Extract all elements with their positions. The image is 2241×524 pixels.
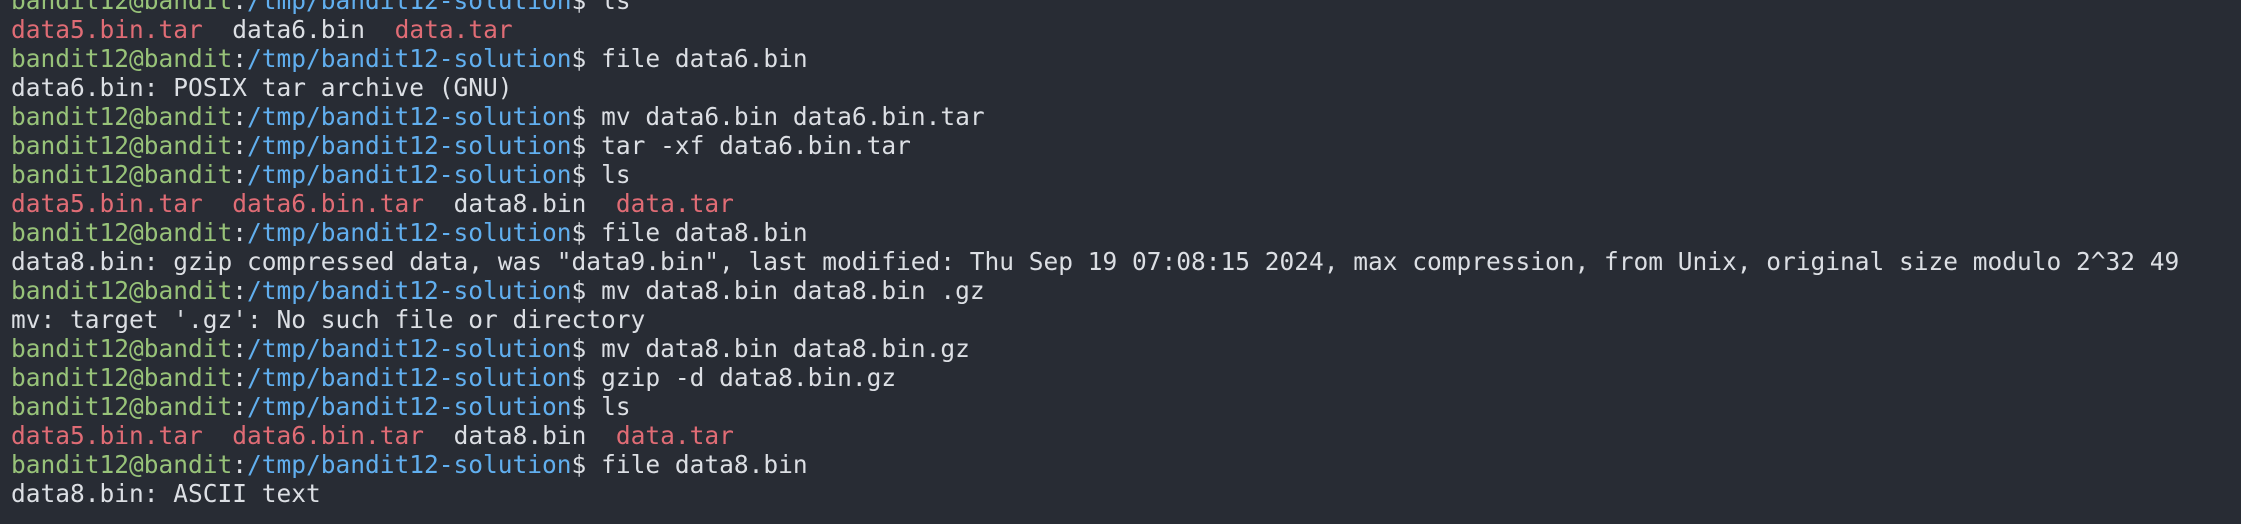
output-text: mv: target '.gz': No such file or direct… [11,305,646,334]
prompt-dollar: $ [571,450,602,479]
prompt-dollar: $ [571,0,602,15]
prompt-line: bandit12@bandit:/tmp/bandit12-solution$ … [11,102,2179,131]
prompt-line: bandit12@bandit:/tmp/bandit12-solution$ … [11,218,2179,247]
prompt-line: bandit12@bandit:/tmp/bandit12-solution$ … [11,131,2179,160]
command-text: mv data8.bin data8.bin .gz [601,276,985,305]
prompt-user-host: bandit12@bandit [11,334,233,363]
prompt-line: bandit12@bandit:/tmp/bandit12-solution$ … [11,392,2179,421]
command-output-line: mv: target '.gz': No such file or direct… [11,305,2179,334]
prompt-line: bandit12@bandit:/tmp/bandit12-solution$ … [11,160,2179,189]
command-text: ls [601,0,631,15]
archive-file-entry: data6.bin.tar [232,189,425,218]
ls-output-line: data5.bin.tar data6.bin data.tar [11,15,2179,44]
prompt-path: /tmp/bandit12-solution [247,218,572,247]
prompt-line: bandit12@bandit:/tmp/bandit12-solution$ … [11,363,2179,392]
prompt-dollar: $ [571,392,602,421]
prompt-separator: : [232,392,248,421]
prompt-line: bandit12@bandit:/tmp/bandit12-solution$ … [11,334,2179,363]
prompt-path: /tmp/bandit12-solution [247,392,572,421]
file-entry: data8.bin [453,421,587,450]
command-output-line: data6.bin: POSIX tar archive (GNU) [11,73,2179,102]
prompt-path: /tmp/bandit12-solution [247,450,572,479]
prompt-line: bandit12@bandit:/tmp/bandit12-solution$ … [11,0,2179,15]
prompt-path: /tmp/bandit12-solution [247,102,572,131]
prompt-user-host: bandit12@bandit [11,450,233,479]
prompt-path: /tmp/bandit12-solution [247,131,572,160]
ls-output-line: data5.bin.tar data6.bin.tar data8.bin da… [11,189,2179,218]
prompt-user-host: bandit12@bandit [11,102,233,131]
archive-file-entry: data.tar [615,189,734,218]
prompt-user-host: bandit12@bandit [11,44,233,73]
command-text: file data8.bin [601,218,808,247]
prompt-user-host: bandit12@bandit [11,131,233,160]
prompt-user-host: bandit12@bandit [11,218,233,247]
command-text: mv data8.bin data8.bin.gz [601,334,970,363]
command-text: gzip -d data8.bin.gz [601,363,897,392]
file-entry: data6.bin [232,15,366,44]
prompt-separator: : [232,218,248,247]
prompt-dollar: $ [571,102,602,131]
prompt-user-host: bandit12@bandit [11,276,233,305]
prompt-separator: : [232,131,248,160]
command-output-line: data8.bin: ASCII text [11,479,2179,508]
command-text: file data6.bin [601,44,808,73]
prompt-dollar: $ [571,44,602,73]
prompt-separator: : [232,334,248,363]
prompt-dollar: $ [571,218,602,247]
prompt-path: /tmp/bandit12-solution [247,276,572,305]
file-entry: data8.bin [453,189,587,218]
output-text: data8.bin: ASCII text [11,479,321,508]
command-output-line: data8.bin: gzip compressed data, was "da… [11,247,2179,276]
ls-output-line: data5.bin.tar data6.bin.tar data8.bin da… [11,421,2179,450]
prompt-user-host: bandit12@bandit [11,392,233,421]
output-text: data6.bin: POSIX tar archive (GNU) [11,73,513,102]
prompt-dollar: $ [571,160,602,189]
output-text: data8.bin: gzip compressed data, was "da… [11,247,2180,276]
prompt-dollar: $ [571,131,602,160]
archive-file-entry: data5.bin.tar [11,15,203,44]
prompt-separator: : [232,450,248,479]
prompt-line: bandit12@bandit:/tmp/bandit12-solution$ … [11,450,2179,479]
command-text: ls [601,160,631,189]
prompt-separator: : [232,0,248,15]
command-text: tar -xf data6.bin.tar [601,131,911,160]
archive-file-entry: data5.bin.tar [11,421,203,450]
prompt-user-host: bandit12@bandit [11,160,233,189]
prompt-separator: : [232,102,248,131]
prompt-user-host: bandit12@bandit [11,0,233,15]
prompt-dollar: $ [571,334,602,363]
archive-file-entry: data.tar [615,421,734,450]
prompt-dollar: $ [571,363,602,392]
terminal-output: bandit12@bandit:/tmp/bandit12-solution$ … [11,0,2179,508]
prompt-path: /tmp/bandit12-solution [247,0,572,15]
command-text: mv data6.bin data6.bin.tar [601,102,985,131]
archive-file-entry: data5.bin.tar [11,189,203,218]
command-text: file data8.bin [601,450,808,479]
prompt-line: bandit12@bandit:/tmp/bandit12-solution$ … [11,44,2179,73]
prompt-user-host: bandit12@bandit [11,363,233,392]
prompt-separator: : [232,160,248,189]
prompt-path: /tmp/bandit12-solution [247,334,572,363]
prompt-separator: : [232,44,248,73]
archive-file-entry: data6.bin.tar [232,421,425,450]
prompt-separator: : [232,276,248,305]
prompt-dollar: $ [571,276,602,305]
prompt-line: bandit12@bandit:/tmp/bandit12-solution$ … [11,276,2179,305]
prompt-path: /tmp/bandit12-solution [247,44,572,73]
prompt-separator: : [232,363,248,392]
prompt-path: /tmp/bandit12-solution [247,363,572,392]
terminal-window[interactable]: bandit12@bandit:/tmp/bandit12-solution$ … [0,0,2241,524]
prompt-path: /tmp/bandit12-solution [247,160,572,189]
command-text: ls [601,392,631,421]
archive-file-entry: data.tar [394,15,513,44]
